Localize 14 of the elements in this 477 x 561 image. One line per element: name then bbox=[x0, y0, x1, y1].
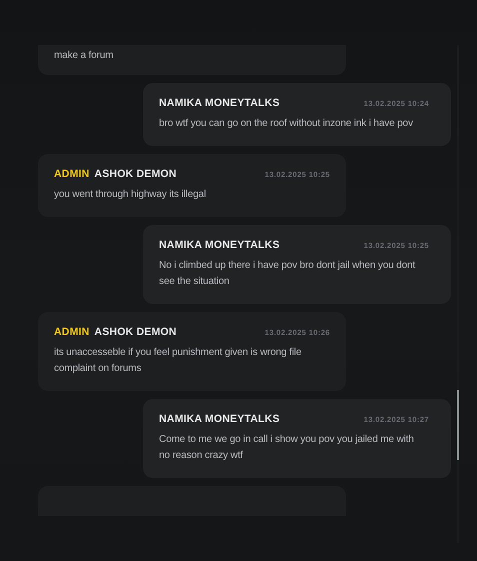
role-label: ADMIN bbox=[54, 326, 90, 338]
role-label: ADMIN bbox=[54, 168, 90, 180]
author-name: NAMIKA MONEYTALKS bbox=[159, 413, 280, 425]
author-name: ASHOK DEMON bbox=[94, 326, 177, 338]
author-name: NAMIKA MONEYTALKS bbox=[159, 97, 280, 109]
message-text: make a forum bbox=[54, 49, 114, 63]
scrollbar-thumb[interactable] bbox=[457, 390, 459, 460]
author-name: NAMIKA MONEYTALKS bbox=[159, 239, 280, 251]
message-text: you went through highway its illegal bbox=[54, 188, 207, 202]
message-text: its unaccesseble if you feel punishment given is wrong file complaint on forums bbox=[54, 346, 302, 376]
message-text: bro wtf you can go on the roof without inzone ink i have pov bbox=[159, 117, 414, 131]
message-text: Come to me we go in call i show you pov you jailed me with no reason crazy wtf bbox=[159, 433, 415, 463]
author-name: ASHOK DEMON bbox=[94, 168, 177, 180]
message-text: No i climbed up there i have pov bro dont jail when you dont see the situation bbox=[159, 259, 416, 289]
